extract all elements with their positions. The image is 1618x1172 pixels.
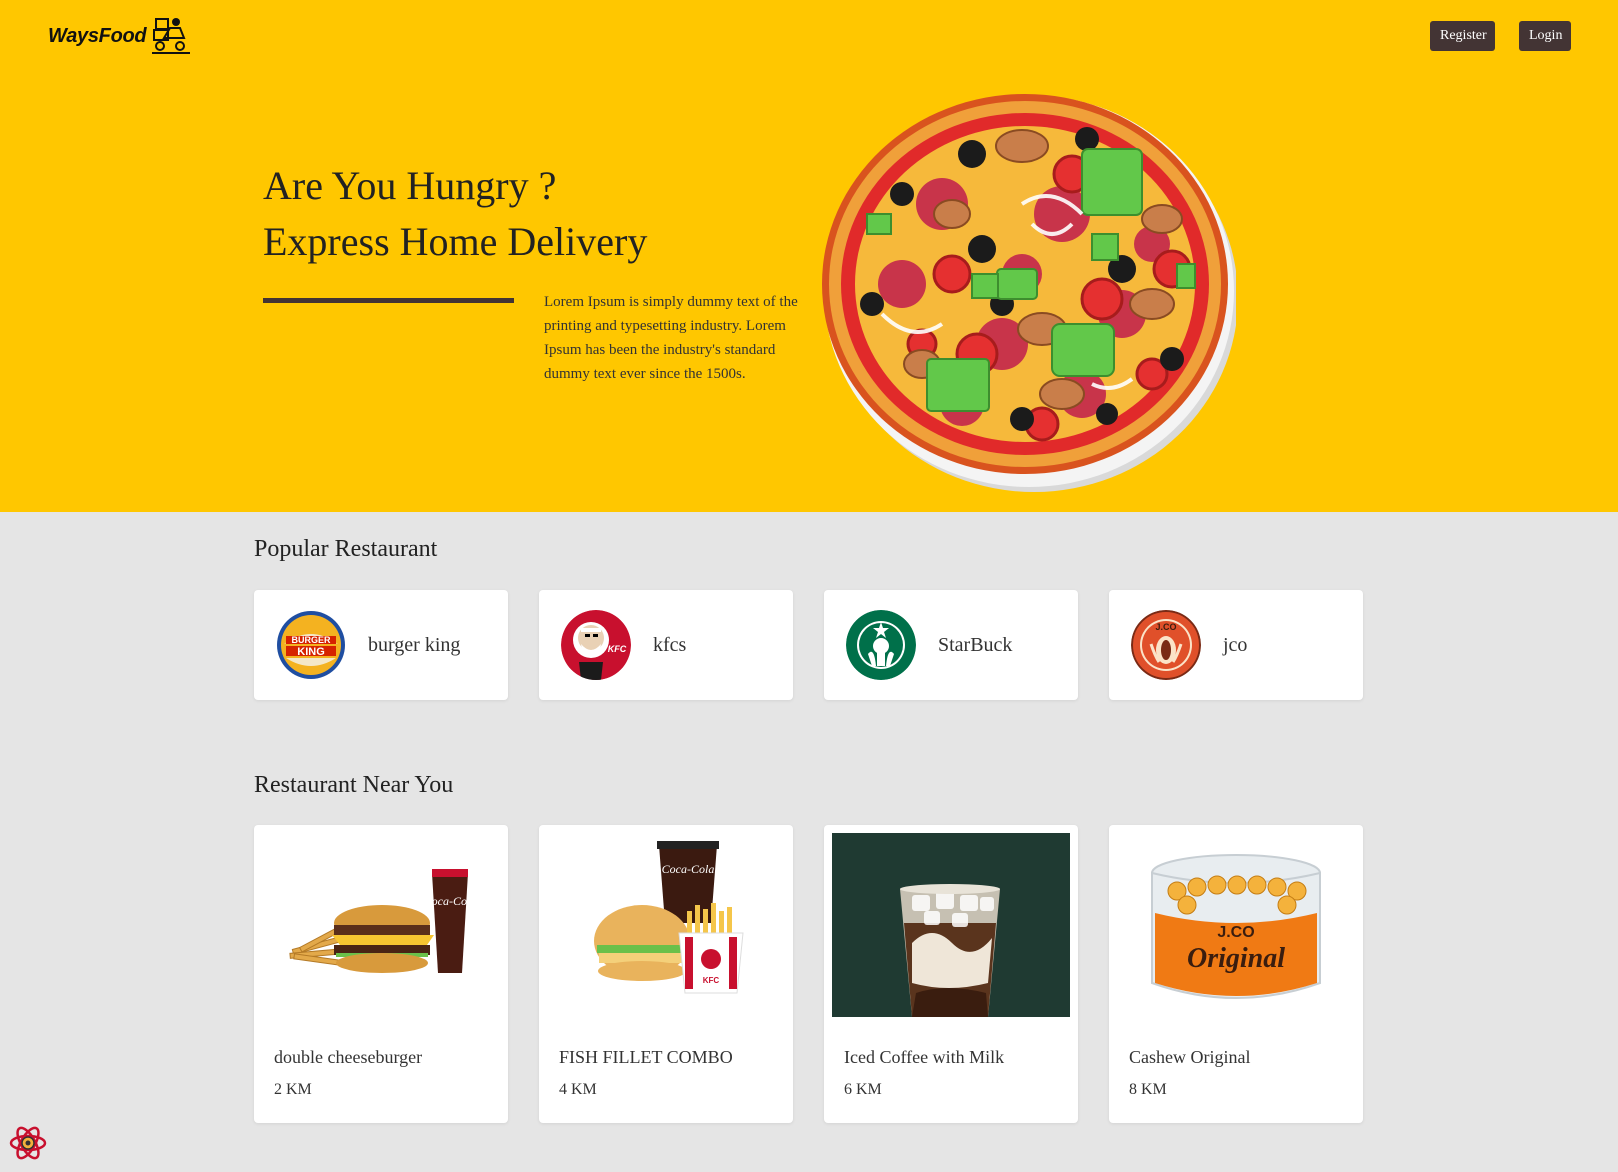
svg-text:J.CO: J.CO [1217,924,1254,941]
food-card-double-cheeseburger[interactable]: Coca-Cola double cheeseburger 2 KM [254,825,508,1123]
food-name: Cashew Original [1129,1047,1251,1067]
delivery-scooter-icon [152,18,191,54]
hero-description: Lorem Ipsum is simply dummy text of the … [544,294,798,382]
pizza-image [822,94,1236,492]
restaurant-name: StarBuck [938,633,1013,656]
food-name: Iced Coffee with Milk [844,1047,1005,1067]
hero-divider [263,298,514,303]
food-name: FISH FILLET COMBO [559,1047,733,1067]
login-button[interactable]: Login [1519,21,1571,51]
food-card-iced-coffee-with-milk[interactable]: Iced Coffee with Milk 6 KM [824,825,1078,1123]
food-distance: 8 KM [1129,1081,1167,1098]
food-card-fish-fillet-combo[interactable]: Coca-Cola KFC FISH FILLET COMBO 4 KM [539,825,793,1123]
restaurant-name: kfcs [653,633,687,656]
food-name: double cheeseburger [274,1047,423,1067]
svg-text:Original: Original [1187,943,1285,974]
cashew-jar-image: J.CO Original [1117,833,1355,1017]
brand-logo[interactable]: WaysFood [48,16,191,56]
food-distance: 4 KM [559,1081,597,1098]
restaurant-name: jco [1223,633,1248,656]
food-card-cashew-original[interactable]: J.CO Original Cashew Original 8 KM [1109,825,1363,1123]
hero-line-2: Express Home Delivery [263,219,648,264]
popular-restaurant-title: Popular Restaurant [254,536,438,562]
svg-text:KFC: KFC [608,644,627,654]
hero-section: WaysFood Register Login Are You Hungry ?… [0,0,1618,512]
restaurant-name: burger king [368,633,461,656]
jco-logo: J.CO [1131,610,1201,680]
register-button[interactable]: Register [1430,21,1495,51]
brand-name: WaysFood [48,24,147,47]
food-distance: 6 KM [844,1081,882,1098]
restaurant-card-starbuck[interactable]: StarBuck [824,590,1078,700]
burger-combo-image: Coca-Cola [262,833,500,1017]
svg-text:KING: KING [297,646,325,658]
hero-line-1: Are You Hungry ? [263,163,557,208]
iced-coffee-image [832,833,1070,1017]
restaurant-card-burger-king[interactable]: BURGER KING burger king [254,590,508,700]
fish-combo-image: Coca-Cola KFC [547,833,785,1017]
svg-text:Coca-Cola: Coca-Cola [424,894,477,908]
restaurant-card-jco[interactable]: J.CO jco [1109,590,1363,700]
food-distance: 2 KM [274,1081,312,1098]
restaurant-near-you-title: Restaurant Near You [254,772,454,798]
react-devtools-icon[interactable] [8,1123,48,1163]
starbucks-logo [846,610,916,680]
svg-text:J.CO: J.CO [1155,622,1176,632]
kfc-logo: KFC [561,610,631,680]
hero-headline: Are You Hungry ? Express Home Delivery [263,158,647,270]
restaurant-card-kfcs[interactable]: KFC kfcs [539,590,793,700]
svg-text:Coca-Cola: Coca-Cola [662,862,715,876]
burger-king-logo: BURGER KING [277,611,345,679]
svg-text:BURGER: BURGER [291,635,331,645]
svg-text:KFC: KFC [703,976,720,985]
